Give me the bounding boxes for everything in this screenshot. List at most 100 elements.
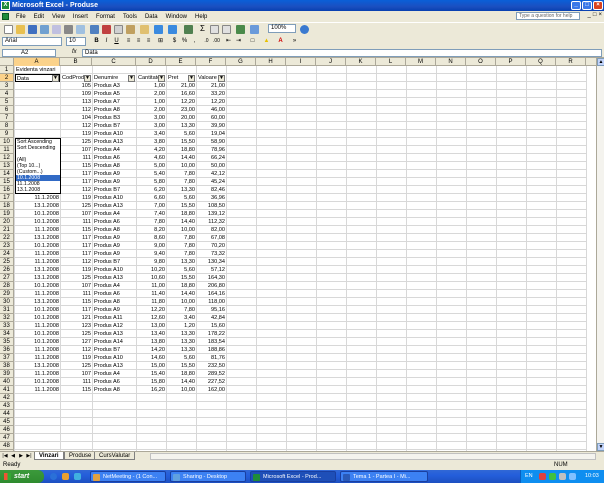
data-cell[interactable]: 5,60	[167, 194, 196, 202]
data-cell[interactable]: 12,20	[197, 98, 226, 106]
data-cell[interactable]: 2,00	[137, 90, 166, 98]
data-cell[interactable]: 15,80	[137, 378, 166, 386]
data-cell[interactable]: 10,20	[137, 266, 166, 274]
data-cell[interactable]: 112	[61, 346, 92, 354]
row-header[interactable]: 46	[0, 426, 14, 434]
data-cell[interactable]: 113	[61, 98, 92, 106]
data-cell[interactable]: 82,46	[197, 186, 226, 194]
row-header[interactable]: 30	[0, 298, 14, 306]
data-cell[interactable]: 70,20	[197, 242, 226, 250]
open-icon[interactable]	[16, 25, 25, 34]
menu-view[interactable]: View	[48, 14, 69, 20]
data-cell[interactable]: 119	[61, 130, 92, 138]
row-header[interactable]: 29	[0, 290, 14, 298]
data-cell[interactable]: 206,80	[197, 282, 226, 290]
data-cell[interactable]: 15,50	[167, 274, 196, 282]
data-cell[interactable]: 1,00	[137, 82, 166, 90]
row-header[interactable]: 31	[0, 306, 14, 314]
data-cell[interactable]: 67,08	[197, 234, 226, 242]
fill-color-icon[interactable]: ▲	[262, 37, 271, 46]
autofilter-arrow-icon[interactable]: ▼	[128, 75, 135, 82]
data-cell[interactable]: 78,96	[197, 146, 226, 154]
desktop-quicklaunch-icon[interactable]	[62, 473, 69, 480]
formula-input[interactable]: Data	[82, 49, 602, 57]
column-header-m[interactable]: M	[406, 58, 436, 66]
data-cell[interactable]: 13.1.2008	[15, 266, 60, 274]
row-header[interactable]: 7	[0, 114, 14, 122]
row-header[interactable]: 37	[0, 354, 14, 362]
row-header[interactable]: 43	[0, 402, 14, 410]
data-cell[interactable]: 13,30	[167, 258, 196, 266]
column-header-a[interactable]: A	[14, 58, 60, 66]
data-cell[interactable]: 14,40	[167, 218, 196, 226]
data-cell[interactable]: Produs B7	[93, 122, 136, 130]
data-cell[interactable]: 10.1.2008	[15, 314, 60, 322]
data-cell[interactable]: 7,80	[167, 234, 196, 242]
row-header[interactable]: 42	[0, 394, 14, 402]
data-cell[interactable]: Produs A11	[93, 314, 136, 322]
data-cell[interactable]: 3,00	[137, 114, 166, 122]
row-header[interactable]: 34	[0, 330, 14, 338]
data-cell[interactable]: 3,00	[137, 122, 166, 130]
data-cell[interactable]: 289,52	[197, 370, 226, 378]
language-indicator[interactable]: EN	[525, 470, 533, 483]
data-cell[interactable]: 11,00	[137, 282, 166, 290]
data-cell[interactable]: Produs A9	[93, 170, 136, 178]
tray-icon-2[interactable]	[549, 473, 556, 480]
sheet-tab-produse[interactable]: Produse	[64, 452, 97, 460]
data-cell[interactable]: 50,00	[197, 162, 226, 170]
data-cell[interactable]: 21,00	[167, 82, 196, 90]
data-cell[interactable]: 188,86	[197, 346, 226, 354]
font-color-icon[interactable]: A	[276, 37, 285, 46]
autofilter-arrow-icon[interactable]: ▼	[188, 75, 195, 82]
data-cell[interactable]: 42,84	[197, 314, 226, 322]
data-cell[interactable]: 7,80	[167, 242, 196, 250]
task-sharing[interactable]: Sharing - Desktop	[170, 471, 246, 482]
data-cell[interactable]	[15, 82, 60, 90]
data-cell[interactable]: 130,34	[197, 258, 226, 266]
row-header[interactable]: 17	[0, 194, 14, 202]
data-cell[interactable]: 14,40	[167, 154, 196, 162]
row-header[interactable]: 39	[0, 370, 14, 378]
data-cell[interactable]: 117	[61, 178, 92, 186]
row-header[interactable]: 45	[0, 418, 14, 426]
row-header[interactable]: 19	[0, 210, 14, 218]
column-header-r[interactable]: R	[556, 58, 586, 66]
data-cell[interactable]: 10.1.2008	[15, 378, 60, 386]
workbook-icon[interactable]	[2, 13, 9, 20]
data-cell[interactable]	[15, 98, 60, 106]
data-cell[interactable]: 107	[61, 210, 92, 218]
data-cell[interactable]: 125	[61, 274, 92, 282]
select-all-corner[interactable]	[0, 58, 14, 66]
data-cell[interactable]: Produs A6	[93, 378, 136, 386]
data-cell[interactable]: 13,80	[137, 338, 166, 346]
data-cell[interactable]: Produs A4	[93, 370, 136, 378]
prev-sheet-icon[interactable]: ◀	[10, 453, 16, 460]
data-cell[interactable]: 16,60	[167, 90, 196, 98]
data-cell[interactable]: 4,60	[137, 154, 166, 162]
ie-quicklaunch-icon[interactable]	[50, 473, 57, 480]
data-cell[interactable]: 104	[61, 114, 92, 122]
data-cell[interactable]: 11,40	[137, 290, 166, 298]
ask-question-input[interactable]: Type a question for help	[516, 12, 580, 20]
task-word[interactable]: Tema 1 - Partea I - Mi...	[340, 471, 428, 482]
horizontal-scrollbar[interactable]	[150, 453, 596, 460]
column-header-i[interactable]: I	[286, 58, 316, 66]
data-cell[interactable]: 15,50	[167, 362, 196, 370]
data-cell[interactable]: 125	[61, 330, 92, 338]
row-header[interactable]: 10	[0, 138, 14, 146]
row-header[interactable]: 36	[0, 346, 14, 354]
data-cell[interactable]: 164,30	[197, 274, 226, 282]
row-header[interactable]: 8	[0, 122, 14, 130]
row-header[interactable]: 6	[0, 106, 14, 114]
data-cell[interactable]: 7,80	[167, 306, 196, 314]
data-cell[interactable]: 125	[61, 202, 92, 210]
data-cell[interactable]: 6,20	[137, 186, 166, 194]
data-cell[interactable]: Produs B7	[93, 258, 136, 266]
data-cell[interactable]: 7,00	[137, 202, 166, 210]
data-cell[interactable]: 117	[61, 242, 92, 250]
data-cell[interactable]: 119	[61, 266, 92, 274]
paste-icon[interactable]	[126, 25, 135, 34]
data-cell[interactable]: 115	[61, 162, 92, 170]
row-header[interactable]: 3	[0, 82, 14, 90]
